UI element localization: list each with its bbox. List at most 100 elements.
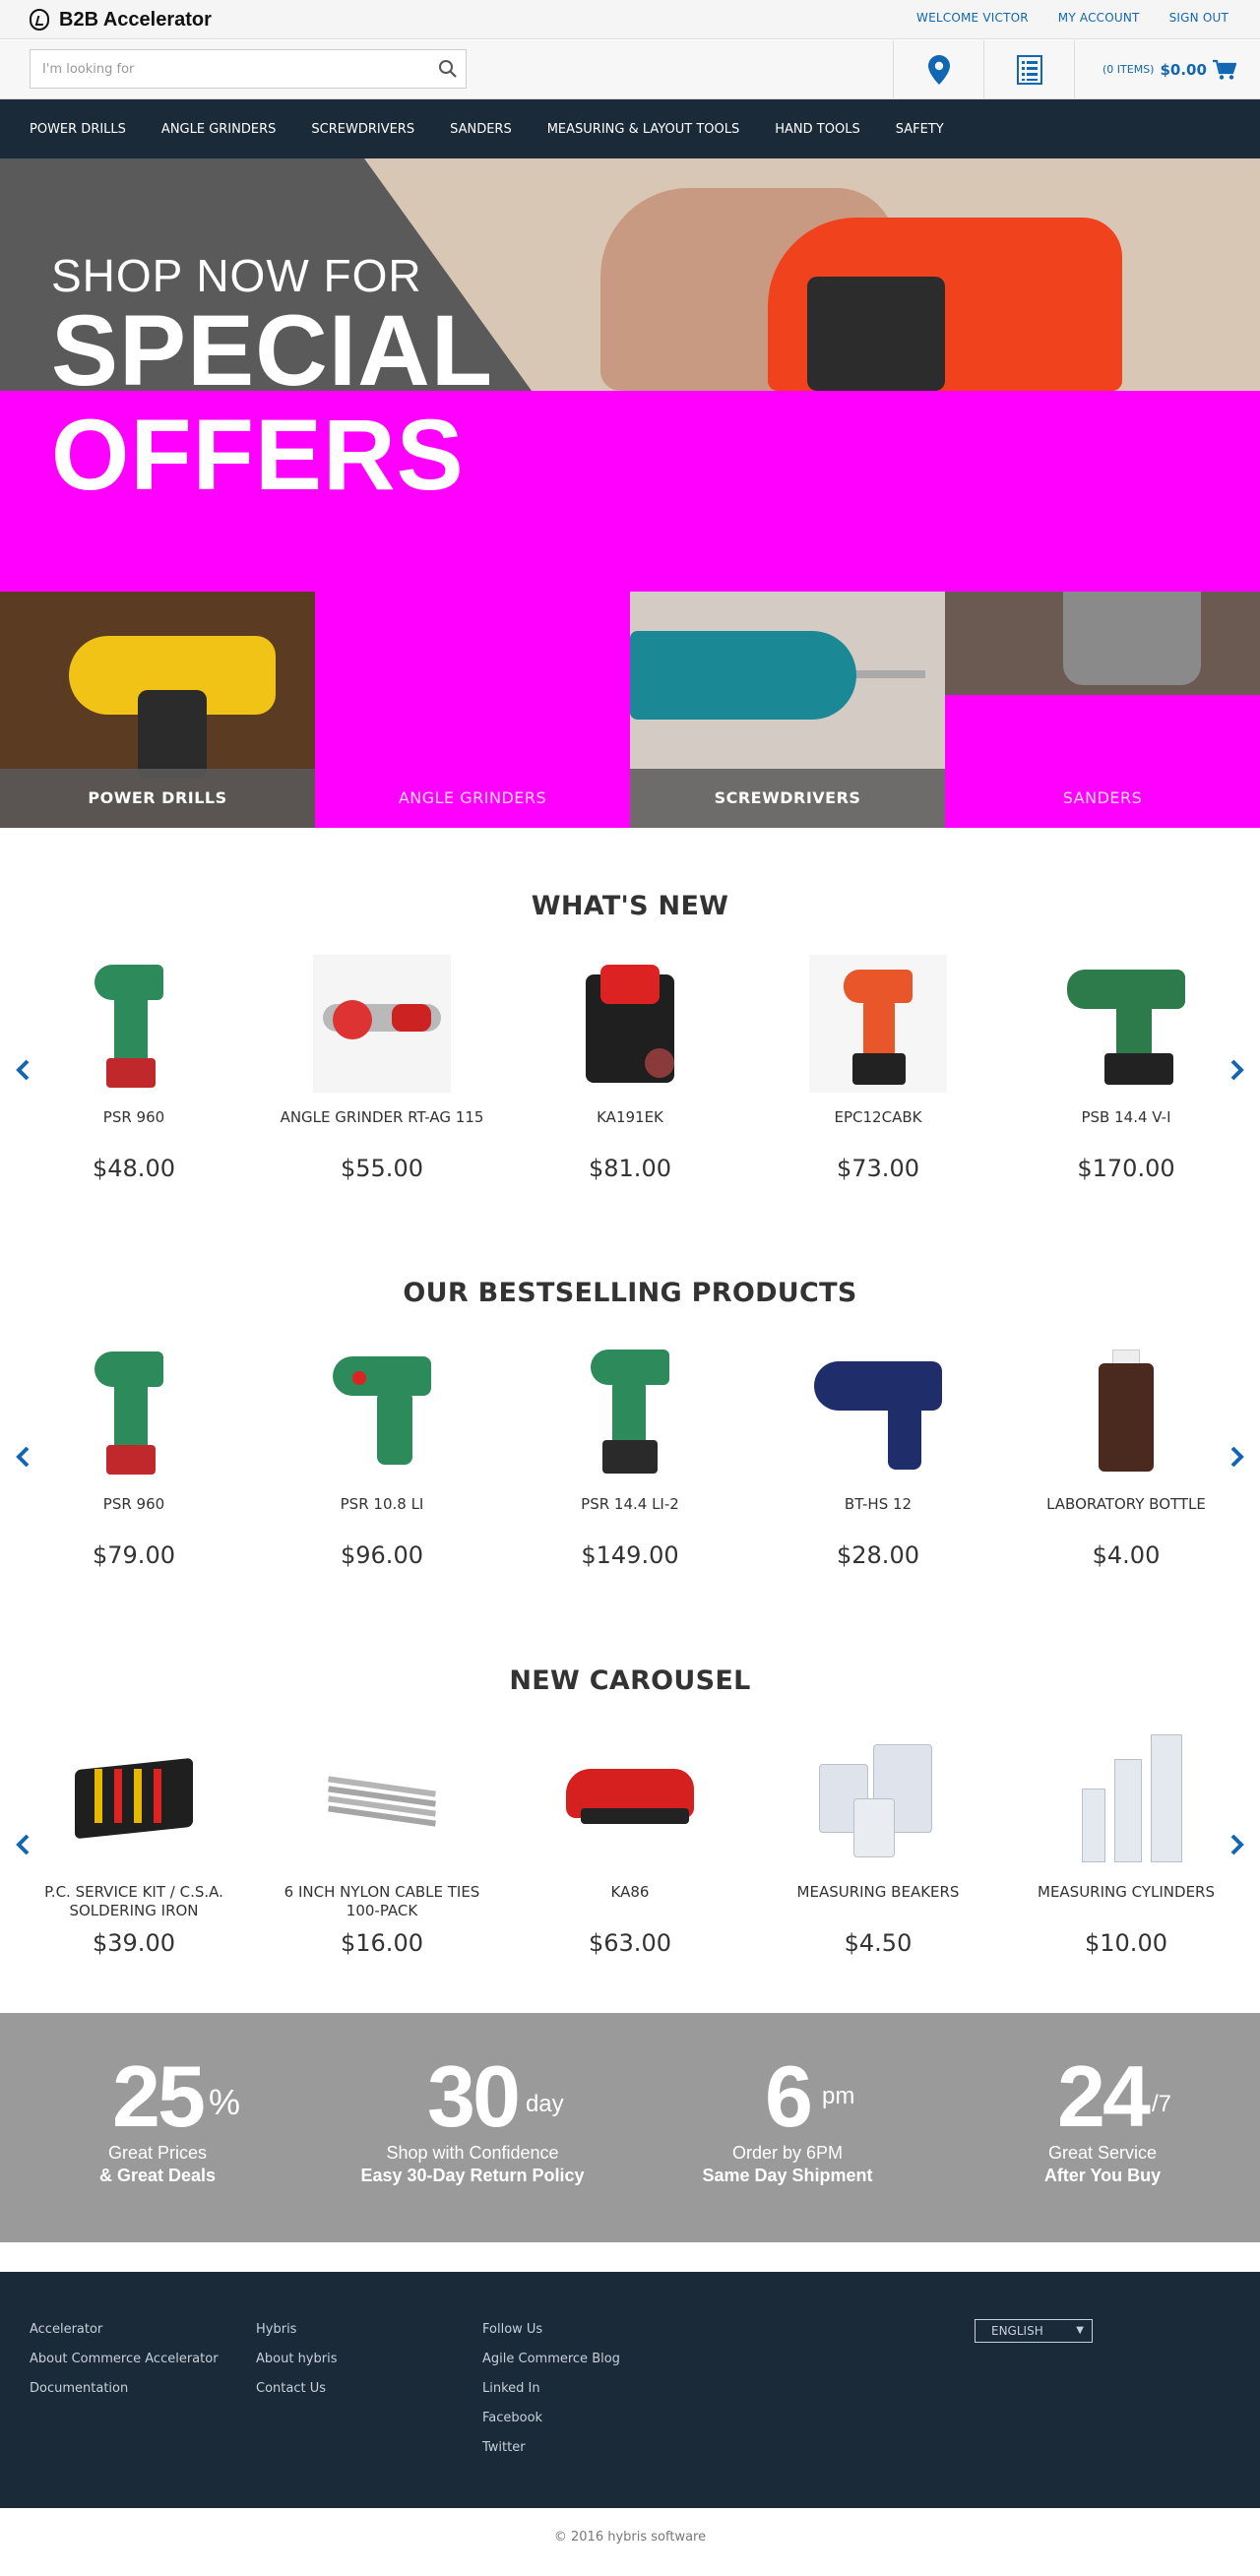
product-name: EPC12CABK [834,1108,922,1126]
site-logo[interactable]: B2B Accelerator [30,8,212,31]
product-price: $4.50 [844,1929,913,1957]
product-card[interactable]: ANGLE GRINDER RT-AG 115 $55.00 [269,955,495,1182]
product-image [561,1342,699,1479]
product-card[interactable]: MEASURING BEAKERS $4.50 [765,1729,991,1957]
new-carousel-title: NEW CAROUSEL [509,1665,751,1696]
footer-link[interactable]: Accelerator [30,2321,219,2338]
nav-item-safety[interactable]: SAFETY [896,122,944,137]
promo-line2: After You Buy [1043,2166,1162,2185]
search-input[interactable] [31,50,424,88]
product-card[interactable]: 6 INCH NYLON CABLE TIES 100-PACK $16.00 [269,1729,495,1957]
product-price: $63.00 [589,1929,671,1957]
product-price: $170.00 [1077,1155,1175,1182]
product-card[interactable]: PSR 10.8 LI $96.00 [269,1342,495,1569]
product-card[interactable]: PSB 14.4 V-I $170.00 [1013,955,1239,1182]
product-price: $79.00 [93,1541,175,1569]
whats-new-title: WHAT'S NEW [531,891,729,921]
promo-number: 24 [1057,2047,1151,2145]
product-price: $96.00 [341,1541,423,1569]
footer-link[interactable]: About hybris [256,2351,337,2367]
product-image [1057,1729,1195,1867]
nav-item-sanders[interactable]: SANDERS [450,122,512,137]
tile-caption: ANGLE GRINDERS [315,769,630,828]
footer-link[interactable]: Hybris [256,2321,337,2338]
quick-order-button[interactable] [983,40,1074,98]
main-navigation: POWER DRILLS ANGLE GRINDERS SCREWDRIVERS… [0,99,1260,158]
product-name: PSR 960 [102,1108,165,1126]
dropdown-caret-icon: ▼ [1076,2325,1084,2336]
nav-item-hand-tools[interactable]: HAND TOOLS [775,122,859,137]
product-card[interactable]: PSR 14.4 LI-2 $149.00 [517,1342,743,1569]
promo-superscript: % [208,2082,240,2122]
footer-link[interactable]: Linked In [482,2380,620,2397]
product-price: $149.00 [581,1541,679,1569]
logo-icon [30,9,49,31]
hero-banner[interactable]: SHOP NOW FOR SPECIAL OFFERS [0,158,1260,592]
my-account-link[interactable]: MY ACCOUNT [1058,11,1140,25]
product-image [65,1342,203,1479]
hero-drill-grip-image [807,277,945,391]
footer-link[interactable]: About Commerce Accelerator [30,2351,219,2367]
footer-link[interactable]: Follow Us [482,2321,620,2338]
tile-screwdrivers[interactable]: SCREWDRIVERS [630,592,945,828]
promo-superscript: day [525,2091,564,2117]
cart-icon [1212,59,1236,80]
product-price: $81.00 [589,1155,671,1182]
product-image [65,955,203,1093]
tile-angle-grinders[interactable]: ANGLE GRINDERS [315,592,630,828]
product-price: $39.00 [93,1929,175,1957]
promo-line1: Order by 6PM [731,2143,844,2163]
welcome-link[interactable]: WELCOME VICTOR [916,11,1029,25]
tile-power-drills[interactable]: POWER DRILLS [0,592,315,828]
product-card[interactable]: MEASURING CYLINDERS $10.00 [1013,1729,1239,1957]
search-icon[interactable] [438,59,458,79]
footer-link[interactable]: Agile Commerce Blog [482,2351,620,2367]
tile-caption: POWER DRILLS [0,769,315,828]
product-card[interactable]: LABORATORY BOTTLE $4.00 [1013,1342,1239,1569]
product-price: $4.00 [1092,1541,1161,1569]
nav-item-measuring-layout-tools[interactable]: MEASURING & LAYOUT TOOLS [547,122,740,137]
footer-link[interactable]: Documentation [30,2380,219,2397]
language-select-value: ENGLISH [991,2324,1043,2338]
nav-item-angle-grinders[interactable]: ANGLE GRINDERS [161,122,276,137]
product-name: P.C. SERVICE KIT / C.S.A. SOLDERING IRON [44,1883,223,1919]
product-image [1057,1342,1195,1479]
tile-caption: SANDERS [945,769,1260,828]
product-card[interactable]: BT-HS 12 $28.00 [765,1342,991,1569]
product-image [313,1342,451,1479]
product-image [313,955,451,1093]
promo-service: 24/7 Great Service After You Buy [945,2052,1260,2186]
product-name: PSB 14.4 V-I [1081,1108,1171,1126]
hero-title-line1: SPECIAL [51,294,494,407]
product-card[interactable]: PSR 960 $79.00 [21,1342,247,1569]
footer-link[interactable]: Facebook [482,2410,620,2426]
product-card[interactable]: PSR 960 $48.00 [21,955,247,1182]
product-name: MEASURING CYLINDERS [1038,1883,1215,1901]
product-card[interactable]: KA86 $63.00 [517,1729,743,1957]
product-name: ANGLE GRINDER RT-AG 115 [280,1108,484,1126]
bestselling-carousel: PSR 960 $79.00 PSR 10.8 LI $96.00 PSR 14… [0,1342,1260,1598]
mini-cart[interactable]: (0 ITEMS) $0.00 [1074,40,1260,98]
promo-line2: Easy 30-Day Return Policy [360,2166,585,2185]
account-links: WELCOME VICTOR MY ACCOUNT SIGN OUT [916,11,1228,25]
tile-sanders[interactable]: SANDERS [945,592,1260,828]
sign-out-link[interactable]: SIGN OUT [1169,11,1228,25]
nav-item-screwdrivers[interactable]: SCREWDRIVERS [311,122,414,137]
product-image [809,1342,947,1479]
tile-caption: SCREWDRIVERS [630,769,945,828]
product-name: KA86 [610,1883,650,1901]
product-card[interactable]: EPC12CABK $73.00 [765,955,991,1182]
product-image [561,1729,699,1867]
language-select[interactable]: ENGLISH ▼ [975,2319,1093,2343]
product-image [809,1729,947,1867]
footer-link[interactable]: Twitter [482,2439,620,2456]
nav-item-power-drills[interactable]: POWER DRILLS [30,122,126,137]
store-finder-button[interactable] [893,40,983,98]
drill-handle-image [138,690,207,779]
product-card[interactable]: P.C. SERVICE KIT / C.S.A. SOLDERING IRON… [21,1729,247,1957]
promo-number: 25 [112,2047,206,2145]
product-price: $73.00 [837,1155,919,1182]
footer-link[interactable]: Contact Us [256,2380,337,2397]
product-name: PSR 960 [102,1495,165,1513]
product-card[interactable]: KA191EK $81.00 [517,955,743,1182]
